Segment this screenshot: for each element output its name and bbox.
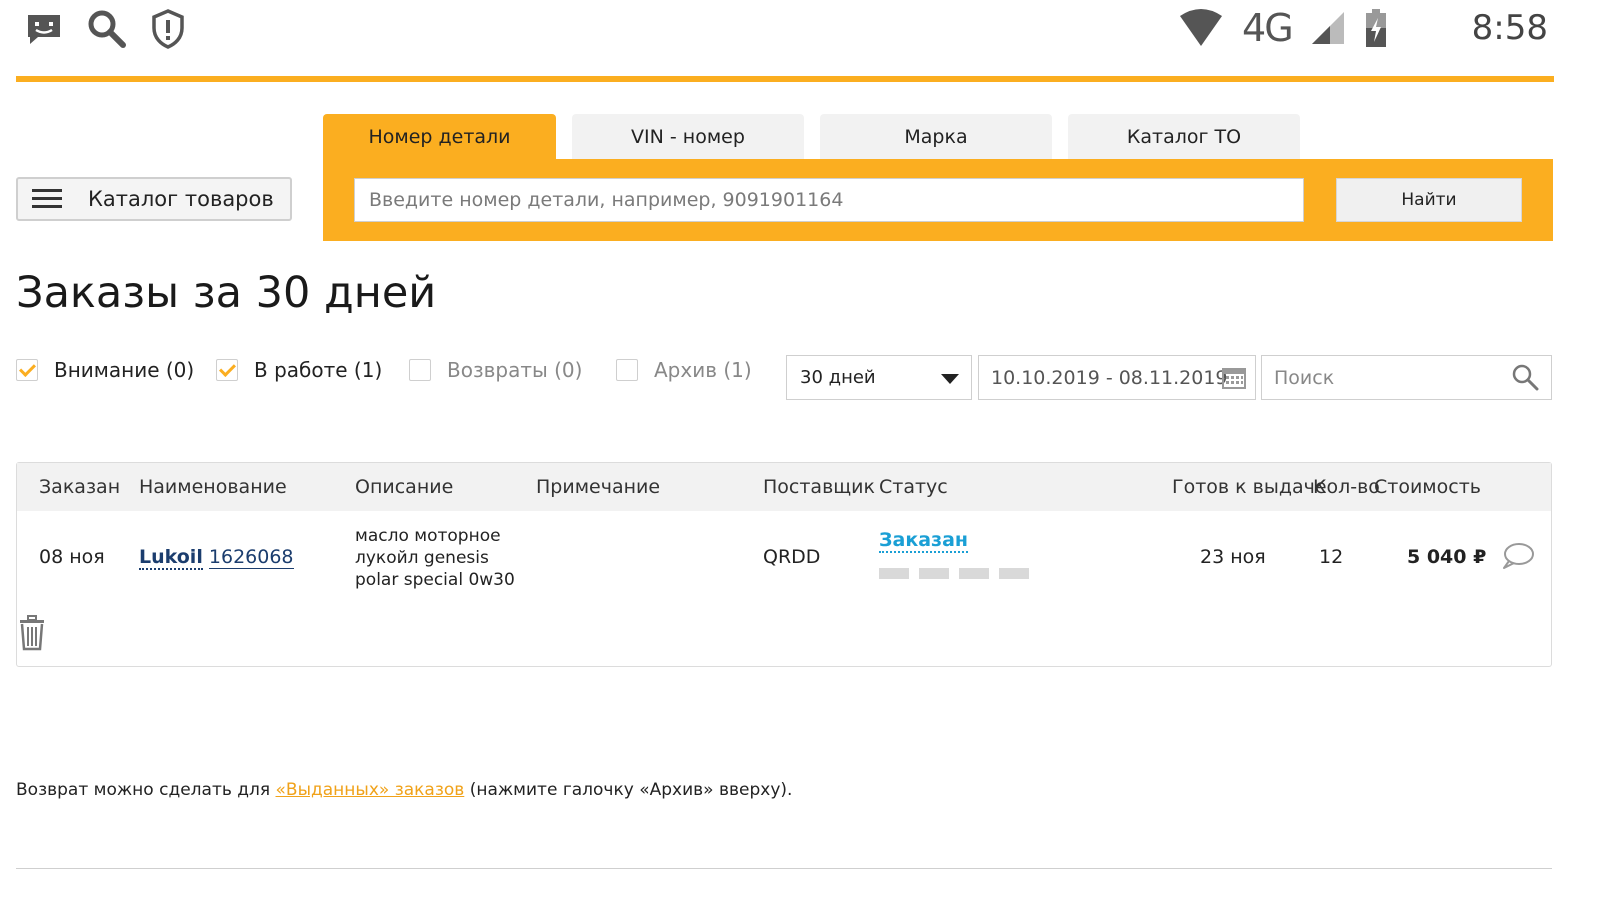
issued-orders-link[interactable]: «Выданных» заказов xyxy=(276,780,465,800)
filter-label: Возвраты (0) xyxy=(447,358,583,382)
status-bar-right: 4G 8:58 xyxy=(1178,6,1548,50)
filter-label: В работе (1) xyxy=(254,358,383,382)
column-header: Поставщик xyxy=(763,476,875,498)
filter-attention[interactable]: Внимание (0) xyxy=(16,358,194,382)
filter-label: Внимание (0) xyxy=(54,358,195,382)
status-progress xyxy=(879,568,1029,579)
search-icon[interactable] xyxy=(1511,363,1539,391)
column-header: Кол-во xyxy=(1313,476,1380,498)
checkbox-unchecked[interactable] xyxy=(616,359,638,381)
description: масло моторное лукойл genesis polar spec… xyxy=(355,525,515,591)
progress-step xyxy=(919,568,949,579)
description-line: polar special 0w30 xyxy=(355,570,515,590)
page-title: Заказы за 30 дней xyxy=(16,268,437,318)
brand-link[interactable]: Lukoil xyxy=(139,546,203,570)
search-icon xyxy=(88,10,126,48)
returns-note: Возврат можно сделать для «Выданных» зак… xyxy=(16,780,792,800)
comment-icon[interactable] xyxy=(1501,541,1535,571)
date-range-picker[interactable]: 10.10.2019 - 08.11.2019 xyxy=(978,355,1256,400)
tab-brand[interactable]: Марка xyxy=(820,114,1052,160)
orders-table: Заказан Наименование Описание Примечание… xyxy=(16,462,1552,667)
ordered-date: 08 ноя xyxy=(39,546,105,568)
network-type: 4G xyxy=(1242,6,1294,50)
tab-part-number[interactable]: Номер детали xyxy=(323,114,556,160)
status-bar-left xyxy=(24,8,186,50)
column-header: Стоимость xyxy=(1374,476,1481,498)
progress-step xyxy=(879,568,909,579)
tab-vin[interactable]: VIN - номер xyxy=(572,114,804,160)
description-line: лукойл genesis xyxy=(355,548,489,568)
supplier: QRDD xyxy=(763,546,821,568)
clock: 8:58 xyxy=(1471,8,1548,48)
status-link[interactable]: Заказан xyxy=(879,529,969,553)
checkbox-checked[interactable] xyxy=(216,359,238,381)
status-bar: 4G 8:58 xyxy=(0,0,1600,62)
date-range-value: 10.10.2019 - 08.11.2019 xyxy=(991,366,1228,389)
column-header: Примечание xyxy=(536,476,661,498)
part-search-input[interactable] xyxy=(354,178,1304,222)
column-header: Готов к выдаче xyxy=(1172,476,1327,498)
column-header: Наименование xyxy=(139,476,287,498)
bottom-divider xyxy=(16,868,1552,869)
chevron-down-icon xyxy=(941,374,959,384)
column-header: Описание xyxy=(355,476,454,498)
table-header: Заказан Наименование Описание Примечание… xyxy=(17,463,1551,511)
filter-in-progress[interactable]: В работе (1) xyxy=(216,358,382,382)
returns-note-text: Возврат можно сделать для xyxy=(16,780,276,800)
catalog-button-label: Каталог товаров xyxy=(88,187,274,211)
wifi-icon xyxy=(1180,9,1223,46)
menu-icon xyxy=(32,189,62,209)
calendar-icon xyxy=(1222,368,1246,389)
description-line: масло моторное xyxy=(355,526,501,546)
tab-maintenance-catalog[interactable]: Каталог ТО xyxy=(1068,114,1300,160)
signal-icon xyxy=(1311,12,1344,44)
filter-returns[interactable]: Возвраты (0) xyxy=(409,358,582,382)
checkbox-unchecked[interactable] xyxy=(409,359,431,381)
period-select-value: 30 дней xyxy=(800,367,876,388)
battery-charging-icon xyxy=(1365,9,1386,47)
trash-icon[interactable] xyxy=(17,615,47,651)
table-search-input[interactable] xyxy=(1261,355,1552,400)
shield-alert-icon xyxy=(152,9,184,49)
filter-archive[interactable]: Архив (1) xyxy=(616,358,752,382)
checkbox-checked[interactable] xyxy=(16,359,38,381)
column-header: Заказан xyxy=(39,476,121,498)
part-number-link[interactable]: 1626068 xyxy=(208,546,294,569)
progress-step xyxy=(959,568,989,579)
progress-step xyxy=(999,568,1029,579)
message-icon xyxy=(28,15,60,44)
column-header: Статус xyxy=(879,476,948,498)
cost: 5 040 ₽ xyxy=(1407,546,1487,568)
catalog-button[interactable]: Каталог товаров xyxy=(16,177,292,221)
ready-date: 23 ноя xyxy=(1200,546,1266,568)
find-button[interactable]: Найти xyxy=(1336,178,1522,222)
part-name: Lukoil 1626068 xyxy=(139,546,294,570)
filter-label: Архив (1) xyxy=(654,358,752,382)
quantity: 12 xyxy=(1319,546,1344,568)
header-divider xyxy=(16,76,1554,82)
returns-note-text: (нажмите галочку «Архив» вверху). xyxy=(464,780,793,800)
period-select[interactable]: 30 дней xyxy=(786,355,972,400)
